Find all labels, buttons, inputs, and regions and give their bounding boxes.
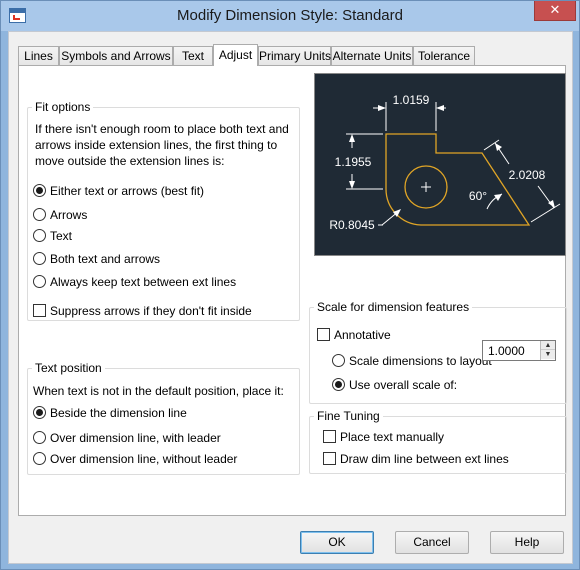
radio-best-fit-label[interactable]: Either text or arrows (best fit): [50, 184, 204, 198]
radio-keep-text-between[interactable]: [33, 275, 46, 288]
radio-beside-dim-line[interactable]: [33, 406, 46, 419]
dialog-window: Modify Dimension Style: Standard ✕ Lines…: [0, 0, 580, 570]
help-button[interactable]: Help: [490, 531, 564, 554]
dim-left-label: 1.1955: [335, 155, 372, 169]
tab-lines[interactable]: Lines: [18, 46, 59, 65]
place-text-manually-label[interactable]: Place text manually: [340, 430, 444, 444]
window-title: Modify Dimension Style: Standard: [177, 7, 403, 24]
radio-scale-to-layout[interactable]: [332, 354, 345, 367]
dialog-body: Lines Symbols and Arrows Text Adjust Pri…: [8, 31, 573, 564]
title-bar[interactable]: Modify Dimension Style: Standard ✕: [1, 1, 579, 31]
radio-both-text-and-arrows-label[interactable]: Both text and arrows: [50, 252, 160, 266]
close-icon: ✕: [549, 2, 561, 17]
radio-over-with-leader[interactable]: [33, 431, 46, 444]
suppress-arrows-label[interactable]: Suppress arrows if they don't fit inside: [50, 304, 252, 318]
text-position-description: When text is not in the default position…: [33, 384, 284, 398]
dim-right-label: 2.0208: [509, 168, 546, 182]
scale-title: Scale for dimension features: [314, 300, 473, 314]
spin-down-icon[interactable]: ▼: [541, 350, 555, 359]
tab-primary-units[interactable]: Primary Units: [258, 46, 331, 65]
tab-symbols-and-arrows[interactable]: Symbols and Arrows: [59, 46, 173, 65]
draw-dim-line-checkbox[interactable]: [323, 452, 336, 465]
tab-alternate-units[interactable]: Alternate Units: [331, 46, 413, 65]
radio-best-fit[interactable]: [33, 184, 46, 197]
fit-description-line: If there isn't enough room to place both…: [35, 122, 289, 136]
cancel-button[interactable]: Cancel: [395, 531, 469, 554]
radio-keep-text-between-label[interactable]: Always keep text between ext lines: [50, 275, 236, 289]
spin-up-icon[interactable]: ▲: [541, 341, 555, 350]
tab-tolerance[interactable]: Tolerance: [413, 46, 475, 65]
radio-overall-scale[interactable]: [332, 378, 345, 391]
radio-over-without-leader-label[interactable]: Over dimension line, without leader: [50, 452, 237, 466]
suppress-arrows-checkbox[interactable]: [33, 304, 46, 317]
fit-description-line: move outside the extension lines is:: [35, 154, 225, 168]
fine-tuning-title: Fine Tuning: [314, 409, 383, 423]
radio-both-text-and-arrows[interactable]: [33, 252, 46, 265]
draw-dim-line-label[interactable]: Draw dim line between ext lines: [340, 452, 509, 466]
radio-text-label[interactable]: Text: [50, 229, 72, 243]
fit-options-title: Fit options: [32, 100, 94, 114]
radio-text[interactable]: [33, 229, 46, 242]
radio-over-without-leader[interactable]: [33, 452, 46, 465]
fit-description-line: arrows inside extension lines, the first…: [35, 138, 278, 152]
text-position-title: Text position: [32, 361, 105, 375]
overall-scale-stepper[interactable]: 1.0000 ▲ ▼: [482, 340, 556, 361]
dimension-preview: 1.0159 1.1955 2.0208 60° R0.8045: [314, 73, 566, 256]
adjust-panel: Fit options If there isn't enough room t…: [18, 65, 567, 516]
radio-overall-scale-label[interactable]: Use overall scale of:: [349, 378, 457, 392]
radio-arrows-label[interactable]: Arrows: [50, 208, 87, 222]
ok-button[interactable]: OK: [300, 531, 374, 554]
radio-over-with-leader-label[interactable]: Over dimension line, with leader: [50, 431, 221, 445]
part-outline: [385, 133, 531, 226]
radio-scale-to-layout-label[interactable]: Scale dimensions to layout: [349, 354, 492, 368]
place-text-manually-checkbox[interactable]: [323, 430, 336, 443]
annotative-checkbox[interactable]: [317, 328, 330, 341]
overall-scale-value[interactable]: 1.0000: [488, 344, 525, 358]
preview-drawing: 1.0159 1.1955 2.0208 60° R0.8045: [329, 93, 561, 232]
tab-text[interactable]: Text: [173, 46, 213, 65]
dim-radius-label: R0.8045: [329, 218, 375, 232]
dim-top-label: 1.0159: [393, 93, 430, 107]
close-button[interactable]: ✕: [534, 1, 576, 21]
annotative-label[interactable]: Annotative: [334, 328, 391, 342]
dim-angle-label: 60°: [469, 189, 487, 203]
radio-beside-dim-line-label[interactable]: Beside the dimension line: [50, 406, 187, 420]
tab-adjust[interactable]: Adjust: [213, 44, 258, 66]
radio-arrows[interactable]: [33, 208, 46, 221]
